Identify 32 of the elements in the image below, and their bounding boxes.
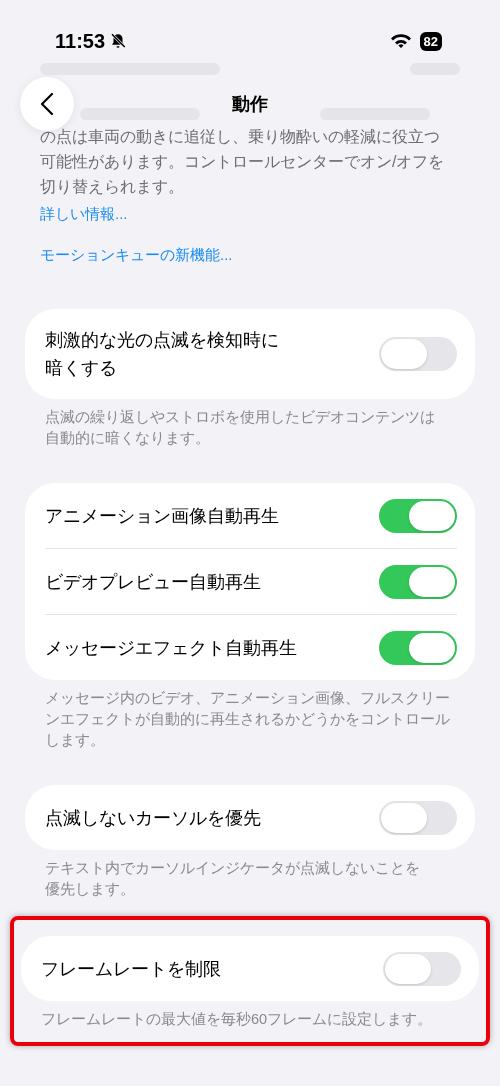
toggle-switch[interactable] [379, 564, 457, 599]
status-time: 11:53 [55, 29, 106, 53]
description-text: 可能性があります。コントロールセンターでオン/オフを [40, 152, 446, 172]
info-link[interactable]: 詳しい情報... [40, 205, 128, 224]
footer-note: フレームレートの最大値を毎秒60フレームに設定します。 [41, 1010, 434, 1029]
footer-note: 優先します。 [45, 880, 136, 899]
description-text: 切り替えられます。 [40, 177, 185, 197]
footer-note: 自動的に暗くなります。 [45, 429, 211, 448]
toggle-switch[interactable] [379, 498, 457, 533]
footer-note: します。 [45, 731, 106, 750]
setting-label: メッセージエフェクト自動再生 [45, 636, 297, 660]
toggle-switch[interactable] [379, 800, 457, 835]
setting-label: アニメーション画像自動再生 [45, 504, 279, 528]
setting-label: 暗くする [45, 357, 118, 380]
back-chevron-icon [40, 92, 54, 116]
setting-label: フレームレートを制限 [41, 957, 221, 981]
setting-label: ビデオプレビュー自動再生 [45, 570, 261, 594]
description-text: の点は車両の動きに追従し、乗り物酔いの軽減に役立つ [40, 127, 441, 147]
battery-indicator: 82 [419, 31, 442, 51]
toggle-switch[interactable] [383, 951, 461, 986]
setting-label: 刺激的な光の点滅を検知時に [45, 329, 279, 352]
footer-note: 点滅の繰り返しやストロボを使用したビデオコンテンツは [45, 408, 436, 427]
toggle-switch[interactable] [379, 630, 457, 665]
wifi-icon [389, 33, 412, 49]
footer-note: メッセージ内のビデオ、アニメーション画像、フルスクリー [45, 689, 451, 708]
footer-note: テキスト内でカーソルインジケータが点滅しないことを [45, 859, 421, 878]
page-title: 動作 [232, 93, 268, 116]
setting-label: 点滅しないカーソルを優先 [45, 806, 261, 830]
muted-bell-icon [109, 32, 128, 50]
toggle-switch[interactable] [379, 337, 457, 371]
footer-note: ンエフェクトが自動的に再生されるかどうかをコントロール [45, 710, 451, 729]
info-link[interactable]: モーションキューの新機能... [40, 246, 233, 265]
